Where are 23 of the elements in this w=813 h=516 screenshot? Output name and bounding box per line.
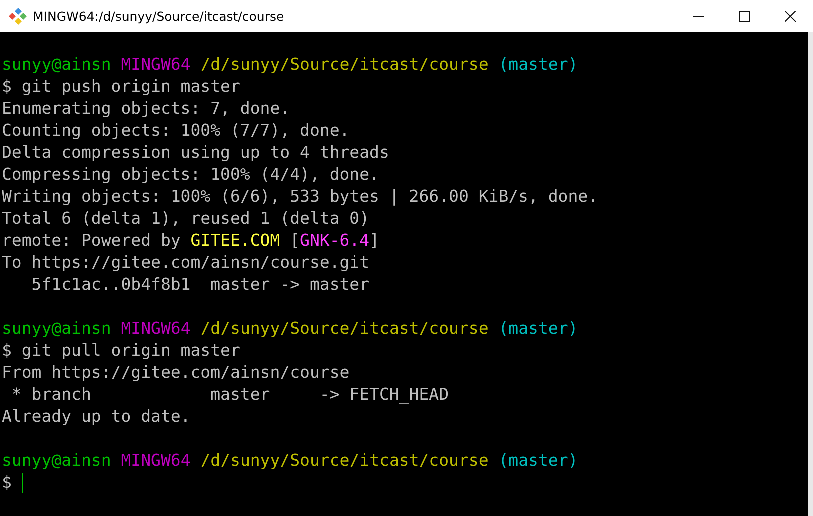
prompt-line: sunyy@ainsn MINGW64 /d/sunyy/Source/itcast/course (master)	[2, 54, 580, 76]
maximize-icon	[738, 10, 750, 22]
diamond-icon	[9, 7, 27, 25]
output-line: 5f1c1ac..0b4f8b1 master -> master	[30, 274, 371, 296]
command-line: $ git pull origin master	[2, 340, 240, 362]
output-line: Enumerating objects: 7, done.	[2, 98, 292, 120]
output-line: Delta compression using up to 4 threads	[2, 142, 390, 164]
output-line: Writing objects: 100% (6/6), 533 bytes | 266.00 KiB/s, done.	[2, 186, 600, 208]
output-line: From https://gitee.com/ainsn/course	[2, 362, 351, 384]
window-title: MINGW64:/d/sunyy/Source/itcast/course	[33, 8, 284, 24]
prompt-line: sunyy@ainsn MINGW64 /d/sunyy/Source/itcast/course (master)	[2, 318, 580, 340]
output-line: Total 6 (delta 1), reused 1 (delta 0)	[2, 208, 371, 230]
close-icon	[784, 10, 796, 22]
command-line: $ git push origin master	[2, 76, 240, 98]
output-line: To https://gitee.com/ainsn/course.git	[2, 252, 371, 274]
text-cursor	[22, 473, 23, 493]
prompt-line: sunyy@ainsn MINGW64 /d/sunyy/Source/itcast/course (master)	[2, 450, 580, 472]
output-line: Counting objects: 100% (7/7), done.	[2, 120, 351, 142]
output-line: * branch master -> FETCH_HEAD	[10, 384, 450, 406]
output-line: remote: Powered by GITEE.COM [GNK-6.4]	[2, 230, 381, 252]
output-line: Compressing objects: 100% (4/4), done.	[2, 164, 380, 186]
command-line: $	[2, 472, 12, 494]
output-line: Already up to date.	[2, 406, 192, 428]
